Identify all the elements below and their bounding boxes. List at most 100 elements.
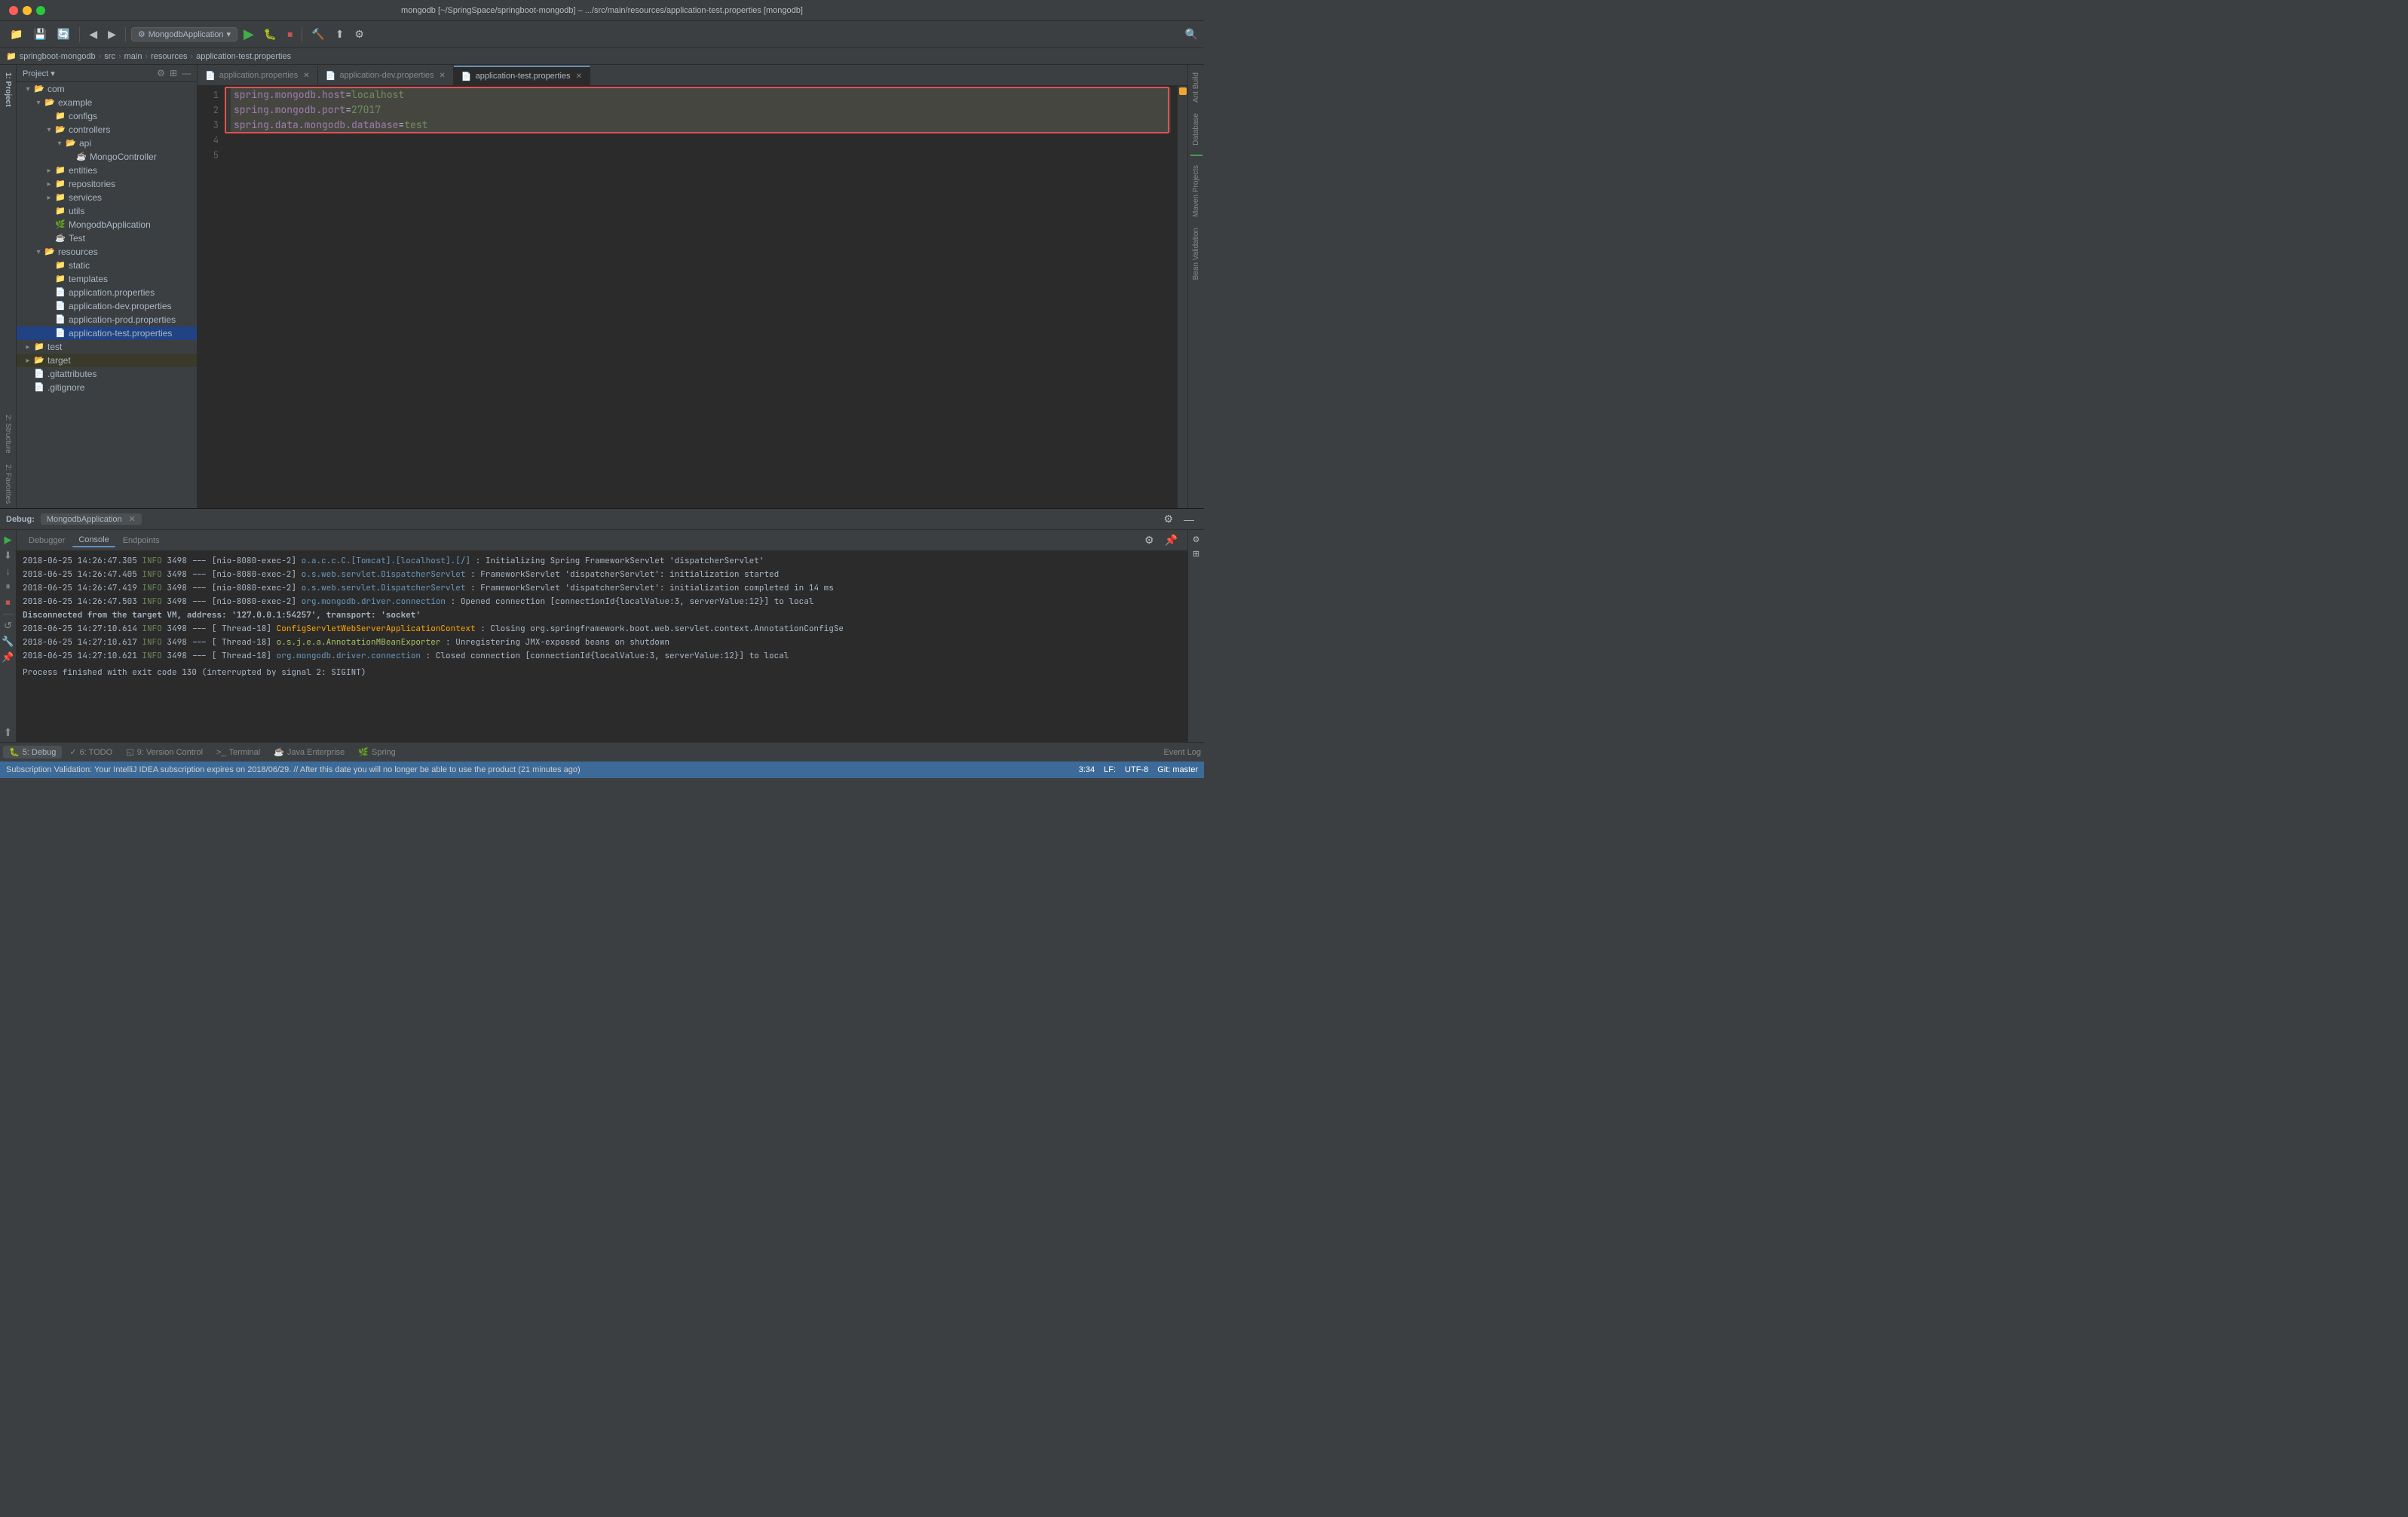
editor-scrollbar[interactable] [1177, 86, 1187, 508]
tree-item-resources[interactable]: ▾ 📂 resources [17, 245, 197, 259]
tree-item-templates[interactable]: ▸ 📁 templates [17, 272, 197, 286]
favorites-tab[interactable]: 2: Favorites [2, 460, 14, 508]
tab-app-properties[interactable]: 📄 application.properties ✕ [198, 66, 318, 85]
footer-enterprise-tab[interactable]: ☕ Java Enterprise [268, 746, 351, 758]
footer-vcs-tab[interactable]: ◱ 9: Version Control [120, 746, 209, 758]
status-vcs[interactable]: Git: master [1157, 765, 1198, 774]
bean-validation-tab[interactable]: Bean Validation [1190, 223, 1202, 284]
tree-item-app-dev-props[interactable]: ▸ 📄 application-dev.properties [17, 299, 197, 313]
breadcrumb-src[interactable]: src [104, 52, 115, 61]
endpoints-tab[interactable]: Endpoints [117, 535, 166, 547]
footer-spring-tab[interactable]: 🌿 Spring [352, 746, 402, 758]
tree-item-controllers[interactable]: ▾ 📂 controllers [17, 123, 197, 136]
tab-app-dev-properties[interactable]: 📄 application-dev.properties ✕ [318, 66, 454, 85]
step-into-btn[interactable]: ↓ [5, 565, 11, 578]
tree-item-example[interactable]: ▾ 📂 example [17, 96, 197, 109]
build-btn[interactable]: 🔨 [308, 26, 328, 42]
maximize-button[interactable] [36, 6, 45, 15]
search-icon-btn[interactable]: 🔍 [1185, 28, 1198, 41]
bottom-run-close[interactable]: ✕ [129, 515, 136, 524]
tab-app-test-properties[interactable]: 📄 application-test.properties ✕ [454, 66, 590, 85]
resume-btn[interactable]: ▶ [4, 533, 13, 547]
tree-item-app-props[interactable]: ▸ 📄 application.properties [17, 286, 197, 299]
tree-item-mongocontroller[interactable]: ▸ ☕ MongoController [17, 150, 197, 164]
debug-button[interactable]: 🐛 [260, 26, 280, 42]
stop-debug-btn[interactable]: ⏹ [5, 596, 11, 609]
tree-item-configs[interactable]: ▸ 📁 configs [17, 109, 197, 123]
run-config-selector[interactable]: ⚙ MongodbApplication ▾ [131, 27, 237, 41]
minimize-button[interactable] [23, 6, 32, 15]
console-pin-btn[interactable]: 📌 [1161, 532, 1181, 548]
footer-debug-tab[interactable]: 🐛 5: Debug [3, 746, 62, 758]
tree-item-services[interactable]: ▸ 📁 services [17, 191, 197, 204]
folder-icon-repositories: 📁 [54, 178, 66, 190]
settings-btn[interactable]: ⚙ [351, 26, 368, 42]
tree-item-test-folder[interactable]: ▸ 📁 test [17, 340, 197, 354]
tree-item-mongoapp[interactable]: ▸ 🌿 MongodbApplication [17, 218, 197, 231]
tree-item-gitignore[interactable]: ▸ 📄 .gitignore [17, 381, 197, 394]
pause-btn[interactable]: ⏸ [5, 580, 11, 593]
open-folder-btn[interactable]: 📁 [6, 26, 26, 42]
tab-close-dev[interactable]: ✕ [440, 72, 446, 80]
tab-close-test[interactable]: ✕ [576, 72, 582, 81]
pin-btn[interactable]: 📌 [1, 651, 14, 664]
tree-item-test[interactable]: ▸ ☕ Test [17, 231, 197, 245]
folder-icon-api: 📂 [65, 137, 77, 149]
tree-item-com[interactable]: ▾ 📂 com [17, 82, 197, 96]
expand-bottom-btn[interactable]: ⬆ [4, 726, 13, 739]
tree-item-app-test-props[interactable]: ▸ 📄 application-test.properties [17, 326, 197, 340]
close-button[interactable] [9, 6, 18, 15]
git-btn[interactable]: ⬆ [332, 26, 348, 42]
tree-item-target[interactable]: ▸ 📂 target [17, 354, 197, 367]
tree-item-utils[interactable]: ▸ 📁 utils [17, 204, 197, 218]
stop-button[interactable]: ⏹ [283, 26, 296, 42]
tree-item-static[interactable]: ▸ 📁 static [17, 259, 197, 272]
sync-btn[interactable]: 🔄 [54, 26, 74, 42]
tree-item-repositories[interactable]: ▸ 📁 repositories [17, 177, 197, 191]
footer-todo-tab[interactable]: ✓ 6: TODO [63, 746, 118, 758]
status-position[interactable]: 3:34 [1079, 765, 1095, 774]
bottom-run-config[interactable]: MongodbApplication ✕ [41, 513, 142, 525]
bottom-settings-btn[interactable]: ⚙ [1160, 511, 1177, 527]
breadcrumb-root[interactable]: springboot-mongodb [20, 52, 96, 61]
code-editor[interactable]: spring.mongodb.host=localhost spring.mon… [225, 86, 1177, 508]
save-btn[interactable]: 💾 [29, 26, 50, 42]
project-tab[interactable]: 1: Project [2, 68, 14, 112]
rerun-btn[interactable]: ↺ [3, 619, 13, 633]
database-tab[interactable]: Database [1190, 109, 1202, 150]
tree-item-gitattributes[interactable]: ▸ 📄 .gitattributes [17, 367, 197, 381]
line-num-1: 1 [198, 87, 219, 103]
step-over-btn[interactable]: ⬇ [3, 549, 13, 562]
bottom-right-layout[interactable]: ⊞ [1189, 547, 1203, 560]
breadcrumb-item-0[interactable]: 📁 [6, 51, 17, 61]
status-lf[interactable]: LF: [1104, 765, 1116, 774]
debugger-tab[interactable]: Debugger [23, 535, 71, 547]
footer-terminal-tab[interactable]: >_ Terminal [210, 746, 266, 758]
maven-tab[interactable]: Maven Projects [1190, 161, 1202, 222]
bottom-close-btn[interactable]: — [1180, 511, 1198, 527]
tree-item-api[interactable]: ▾ 📂 api [17, 136, 197, 150]
breadcrumb-main[interactable]: main [124, 52, 142, 61]
bottom-right-panel: ⚙ ⊞ [1187, 530, 1204, 742]
event-log-label[interactable]: Event Log [1163, 748, 1201, 757]
tree-item-app-prod-props[interactable]: ▸ 📄 application-prod.properties [17, 313, 197, 326]
run-button[interactable]: ▶ [240, 26, 257, 42]
structure-tab[interactable]: 2: Structure [2, 410, 14, 458]
console-settings-btn[interactable]: ⚙ [1141, 532, 1158, 548]
collapse-icon[interactable]: — [182, 68, 191, 78]
tab-close-app[interactable]: ✕ [303, 72, 309, 80]
console-tab[interactable]: Console [72, 534, 115, 547]
ant-build-tab[interactable]: Ant Build [1190, 68, 1202, 107]
gear-icon[interactable]: ⚙ [157, 68, 165, 78]
code-val-2: 27017 [351, 103, 381, 116]
bottom-right-settings[interactable]: ⚙ [1189, 533, 1204, 546]
breadcrumb-file[interactable]: application-test.properties [196, 52, 291, 61]
line-num-3: 3 [198, 118, 219, 133]
breadcrumb-resources[interactable]: resources [151, 52, 187, 61]
expand-icon[interactable]: ⊞ [170, 68, 177, 78]
status-charset[interactable]: UTF-8 [1125, 765, 1148, 774]
forward-btn[interactable]: ▶ [104, 26, 120, 42]
tree-item-entities[interactable]: ▸ 📁 entities [17, 164, 197, 177]
settings2-btn[interactable]: 🔧 [1, 635, 14, 648]
back-btn[interactable]: ◀ [85, 26, 101, 42]
